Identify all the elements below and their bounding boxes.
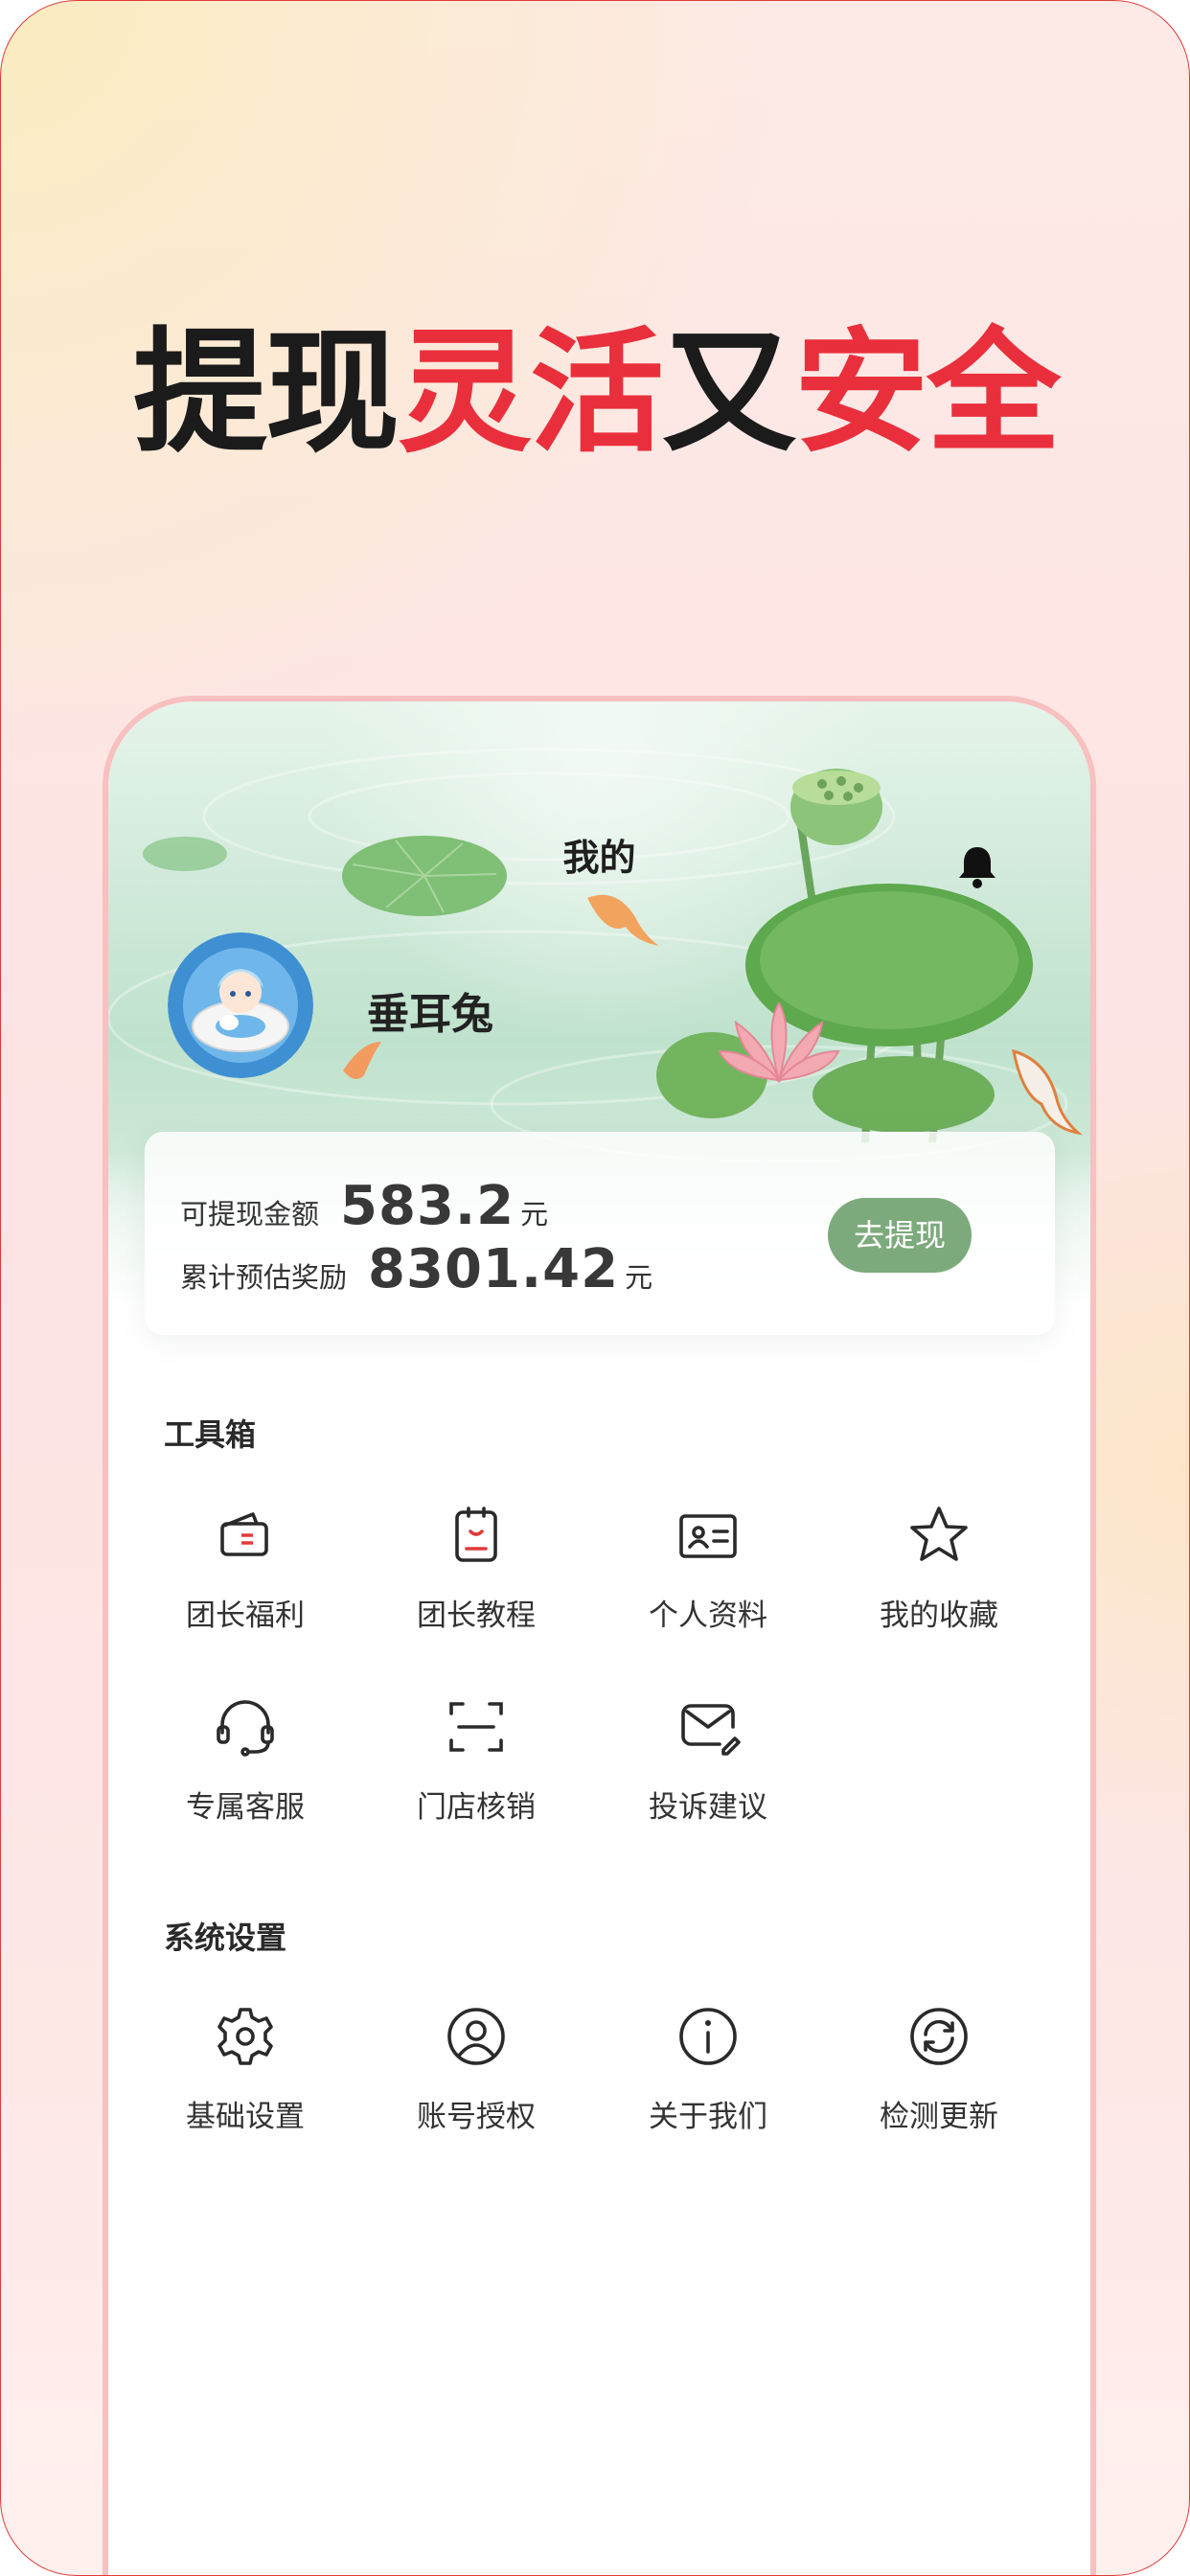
tool-item-store-verify[interactable]: 门店核销 bbox=[390, 1694, 562, 1826]
avatar[interactable] bbox=[168, 932, 313, 1078]
settings-label: 检测更新 bbox=[880, 2100, 998, 2134]
tool-label: 我的收藏 bbox=[880, 1598, 998, 1633]
id-card-icon bbox=[679, 1514, 737, 1558]
withdrawable-unit: 元 bbox=[520, 1198, 549, 1230]
headset-icon bbox=[217, 1700, 274, 1757]
tool-item-leader-tutorial[interactable]: 团长教程 bbox=[390, 1503, 562, 1634]
headline-part-2: 灵活 bbox=[397, 315, 664, 472]
headline: 提现灵活又安全 bbox=[1, 322, 1189, 466]
promo-poster: 提现灵活又安全 我的 垂耳兔 可提现金额 583.2 元 累计预估奖励 8301… bbox=[0, 0, 1190, 2576]
settings-item-about[interactable]: 关于我们 bbox=[622, 2004, 794, 2135]
tool-label: 投诉建议 bbox=[649, 1790, 767, 1825]
headline-part-3: 又 bbox=[662, 315, 796, 472]
tool-item-feedback[interactable]: 投诉建议 bbox=[622, 1694, 794, 1826]
total-reward-row: 累计预估奖励 8301.42 元 bbox=[180, 1238, 652, 1300]
earnings-card: 可提现金额 583.2 元 累计预估奖励 8301.42 元 去提现 bbox=[145, 1132, 1055, 1335]
star-icon bbox=[910, 1506, 968, 1561]
tool-item-profile[interactable]: 个人资料 bbox=[622, 1503, 794, 1634]
username: 垂耳兔 bbox=[367, 990, 493, 1039]
tool-label: 专属客服 bbox=[186, 1790, 305, 1825]
settings-item-check-update[interactable]: 检测更新 bbox=[853, 2004, 1025, 2135]
bell-icon[interactable] bbox=[956, 843, 998, 889]
tool-label: 门店核销 bbox=[417, 1790, 536, 1825]
tool-item-leader-benefits[interactable]: 团长福利 bbox=[159, 1503, 332, 1634]
tool-label: 团长教程 bbox=[417, 1598, 536, 1633]
tool-label: 个人资料 bbox=[649, 1598, 767, 1633]
gear-icon bbox=[217, 2008, 273, 2065]
page-title: 我的 bbox=[562, 837, 636, 879]
settings-item-basic[interactable]: 基础设置 bbox=[159, 2004, 332, 2135]
clipboard-icon bbox=[455, 1506, 497, 1562]
settings-label: 账号授权 bbox=[417, 2100, 536, 2134]
withdrawable-row: 可提现金额 583.2 元 bbox=[180, 1175, 548, 1237]
user-circle-icon bbox=[447, 2008, 505, 2065]
info-icon bbox=[679, 2008, 737, 2065]
settings-title: 系统设置 bbox=[164, 1920, 287, 1956]
refresh-icon bbox=[910, 2008, 968, 2065]
settings-item-account-auth[interactable]: 账号授权 bbox=[390, 2004, 562, 2135]
headline-part-4: 安全 bbox=[794, 315, 1061, 472]
tool-label: 团长福利 bbox=[186, 1598, 305, 1633]
total-reward-unit: 元 bbox=[625, 1261, 653, 1294]
total-reward-amount: 8301.42 bbox=[368, 1238, 620, 1300]
settings-label: 基础设置 bbox=[186, 2100, 305, 2134]
headline-part-1: 提现 bbox=[132, 315, 400, 472]
phone-mockup: 我的 垂耳兔 可提现金额 583.2 元 累计预估奖励 8301.42 元 去提… bbox=[103, 696, 1096, 2575]
total-reward-label: 累计预估奖励 bbox=[180, 1261, 348, 1294]
withdrawable-label: 可提现金额 bbox=[180, 1198, 320, 1230]
tool-item-favorites[interactable]: 我的收藏 bbox=[853, 1503, 1025, 1634]
tool-item-customer-service[interactable]: 专属客服 bbox=[159, 1694, 332, 1826]
withdrawable-amount: 583.2 bbox=[340, 1175, 515, 1237]
settings-label: 关于我们 bbox=[649, 2100, 767, 2134]
toolbox-title: 工具箱 bbox=[164, 1416, 257, 1453]
feedback-icon bbox=[681, 1704, 741, 1756]
wallet-icon bbox=[220, 1512, 268, 1556]
withdraw-button[interactable]: 去提现 bbox=[828, 1198, 972, 1273]
scan-icon bbox=[449, 1702, 503, 1752]
